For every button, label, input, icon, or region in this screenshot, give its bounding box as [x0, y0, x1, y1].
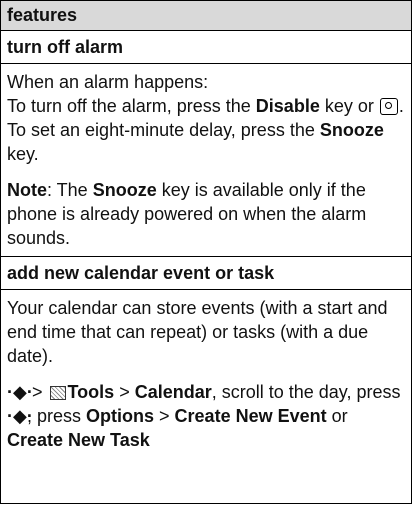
snooze-key-label: Snooze [319, 120, 384, 140]
note-text-a: : The [47, 180, 93, 200]
options-label: Options [86, 406, 155, 426]
snooze-key-label-2: Snooze [92, 180, 157, 200]
gt-2: > [114, 382, 135, 402]
calendar-instructions: ·◆· > Tools > Calendar, scroll to the da… [1, 374, 411, 458]
alarm-paragraph: When an alarm happens: To turn off the a… [1, 64, 411, 172]
nav-key-icon: ·◆· [7, 382, 33, 402]
section-calendar: add new calendar event or task Your cale… [1, 256, 411, 458]
alarm-text-a: To turn off the alarm, press the [7, 96, 256, 116]
create-task-label: Create New Task [7, 430, 150, 450]
calendar-label: Calendar [134, 382, 212, 402]
tools-icon [49, 386, 66, 400]
tools-label: Tools [67, 382, 115, 402]
or-text: or [326, 406, 348, 426]
gt-1: > [27, 382, 48, 402]
alarm-text-b: key or [319, 96, 379, 116]
alarm-text-d: key. [7, 144, 39, 164]
nav-key-icon-2: ·◆· [7, 406, 33, 426]
calendar-paragraph: Your calendar can store events (with a s… [7, 298, 388, 366]
note-label: Note [7, 180, 47, 200]
create-event-label: Create New Event [174, 406, 327, 426]
disable-key-label: Disable [255, 96, 320, 116]
table-header: features [1, 1, 411, 31]
features-table: features turn off alarm When an alarm ha… [0, 0, 412, 504]
note-paragraph: Note: The Snooze key is available only i… [1, 172, 411, 256]
section-title-calendar: add new calendar event or task [1, 257, 411, 290]
gt-3: > [154, 406, 175, 426]
power-key-icon [379, 98, 398, 115]
press-text: , press [27, 406, 87, 426]
section-title-turn-off-alarm: turn off alarm [1, 31, 411, 64]
alarm-line1: When an alarm happens: [7, 72, 209, 92]
calendar-mid: , scroll to the day, press [211, 382, 401, 402]
